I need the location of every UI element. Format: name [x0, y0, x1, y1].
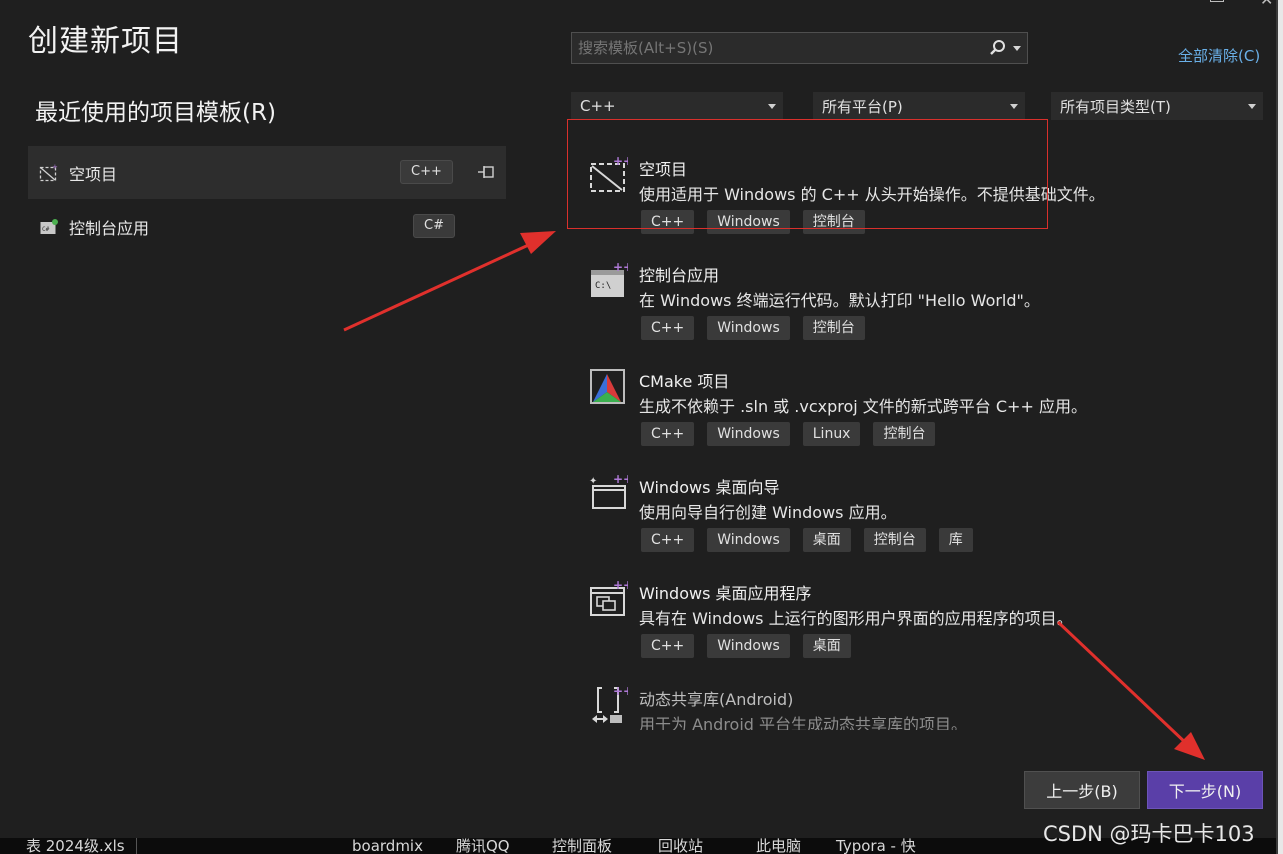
taskbar-item[interactable]: 此电脑 — [756, 838, 801, 854]
window-edge — [1278, 0, 1283, 854]
next-button[interactable]: 下一步(N) — [1147, 771, 1263, 809]
taskbar-item[interactable]: 表 2024级.xls — [26, 838, 125, 854]
annotation-arrows — [343, 231, 1205, 760]
taskbar-item[interactable]: 回收站 — [658, 838, 703, 854]
watermark: CSDN @玛卡巴卡103 — [1043, 822, 1255, 846]
taskbar-divider — [136, 838, 137, 854]
taskbar-item[interactable]: 控制面板 — [552, 838, 612, 854]
annotation-arrow-right — [1056, 620, 1205, 760]
back-button[interactable]: 上一步(B) — [1024, 771, 1140, 809]
taskbar-item[interactable]: 腾讯QQ — [456, 838, 510, 854]
taskbar-item[interactable]: boardmix — [352, 838, 423, 854]
annotation-arrow-left — [343, 231, 556, 332]
taskbar-item[interactable]: Typora - 快 — [836, 838, 916, 854]
